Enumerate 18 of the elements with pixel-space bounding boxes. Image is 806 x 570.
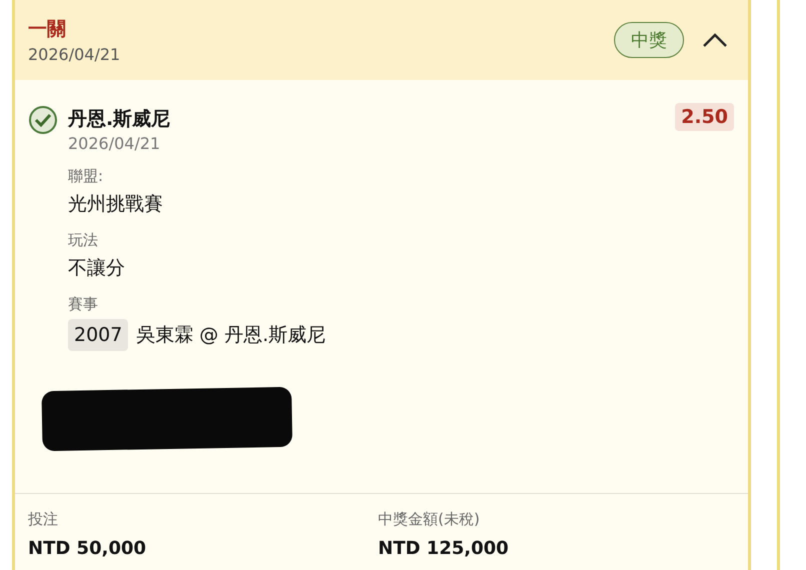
field-label: 賽事 — [68, 295, 99, 314]
field-value: 光州挑戰賽 — [68, 192, 164, 217]
ticket-title: 一關 — [28, 17, 67, 42]
odds-badge: 2.50 — [675, 103, 734, 131]
summary-amount: NTD 50,000 — [28, 538, 148, 559]
summary-label: 投注 — [28, 510, 59, 529]
chevron-icon — [702, 32, 728, 48]
field-label: 聯盟: — [68, 167, 104, 186]
event-code-tag: 2007 — [68, 319, 128, 351]
status-badge: 中獎 — [614, 22, 684, 58]
matchup-text: 吳東霖 @ 丹恩.斯威尼 — [136, 323, 326, 348]
selection-date: 2026/04/21 — [68, 134, 162, 153]
summary-label: 中獎金額(未稅) — [378, 510, 481, 529]
ticket-date: 2026/04/21 — [28, 45, 122, 64]
selection-name: 丹恩.斯威尼 — [68, 107, 170, 132]
summary-amount: NTD 125,000 — [378, 538, 510, 559]
field-label: 玩法 — [68, 231, 99, 250]
field-value: 不讓分 — [68, 256, 126, 281]
